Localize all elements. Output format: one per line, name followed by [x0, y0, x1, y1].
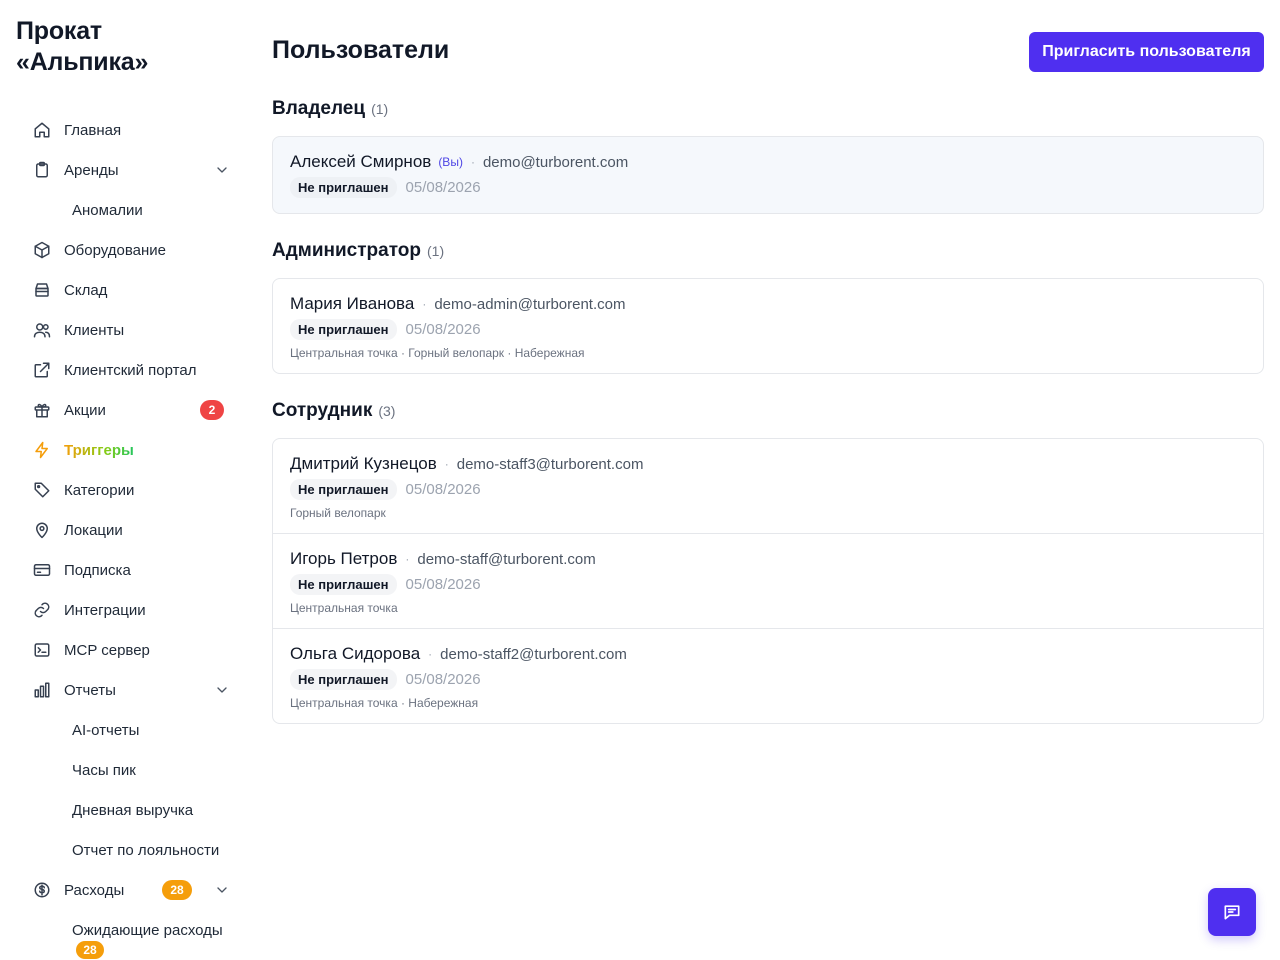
clipboard-icon: [32, 160, 52, 180]
section-header-owner: Владелец (1): [272, 98, 389, 119]
user-row[interactable]: Дмитрий Кузнецов · demo-staff3@turborent…: [273, 439, 1263, 534]
sidebar-item-locations[interactable]: Локации: [24, 510, 248, 550]
section-header-admin: Администратор (1): [272, 240, 445, 261]
user-date: 05/08/2026: [405, 481, 481, 498]
invite-user-button[interactable]: Пригласить пользователя: [1029, 32, 1264, 72]
sidebar-subitem-peak-hours[interactable]: Часы пик: [24, 750, 248, 790]
sidebar-item-portal[interactable]: Клиентский портал: [24, 350, 248, 390]
home-icon: [32, 120, 52, 140]
gift-icon: [32, 400, 52, 420]
credit-card-icon: [32, 560, 52, 580]
sidebar-subitem-anomalies[interactable]: Аномалии: [24, 190, 248, 230]
chat-button[interactable]: [1208, 888, 1256, 936]
sidebar-item-categories[interactable]: Категории: [24, 470, 248, 510]
link-icon: [32, 600, 52, 620]
section-count: (1): [371, 101, 389, 117]
user-locations: Центральная точка: [290, 601, 398, 615]
status-badge: Не приглашен: [290, 319, 397, 340]
user-name: Мария Иванова: [290, 294, 415, 313]
archive-icon: [32, 280, 52, 300]
user-date: 05/08/2026: [405, 576, 481, 593]
user-row[interactable]: Ольга Сидорова · demo-staff2@turborent.c…: [273, 629, 1263, 723]
section-count: (1): [427, 243, 445, 259]
external-link-icon: [32, 360, 52, 380]
user-row[interactable]: Мария Иванова · demo-admin@turborent.com…: [273, 279, 1263, 373]
sidebar-item-home[interactable]: Главная: [24, 110, 248, 150]
user-locations: Горный велопарк: [290, 506, 386, 520]
sidebar-item-integrations[interactable]: Интеграции: [24, 590, 248, 630]
sidebar-nav: Главная Аренды Аномалии Оборудование Скл…: [24, 110, 248, 950]
promos-count-badge: 2: [200, 400, 224, 420]
you-label: (Вы): [438, 155, 463, 169]
separator-dot: ·: [444, 457, 449, 471]
sidebar-item-clients[interactable]: Клиенты: [24, 310, 248, 350]
user-locations: Центральная точка · Горный велопарк · На…: [290, 346, 585, 360]
user-email: demo@turborent.com: [482, 153, 629, 171]
chevron-down-icon[interactable]: [214, 882, 230, 898]
user-name: Алексей Смирнов: [290, 152, 432, 171]
user-date: 05/08/2026: [405, 671, 481, 688]
user-row[interactable]: Алексей Смирнов (Вы) · demo@turborent.co…: [273, 137, 1263, 213]
sidebar-item-equipment[interactable]: Оборудование: [24, 230, 248, 270]
user-row[interactable]: Игорь Петров · demo-staff@turborent.com …: [273, 534, 1263, 629]
map-pin-icon: [32, 520, 52, 540]
status-badge: Не приглашен: [290, 177, 397, 198]
sidebar-item-expenses[interactable]: Расходы 28: [24, 870, 248, 910]
sidebar-item-promos[interactable]: Акции 2: [24, 390, 248, 430]
chevron-down-icon[interactable]: [214, 682, 230, 698]
separator-dot: ·: [422, 297, 427, 311]
pending-expenses-count-badge: 28: [76, 941, 104, 959]
status-badge: Не приглашен: [290, 574, 397, 595]
sidebar: Прокат «Альпика» Главная Аренды Аномалии…: [0, 0, 248, 960]
sidebar-subitem-ai-reports[interactable]: AI-отчеты: [24, 710, 248, 750]
separator-dot: ·: [470, 155, 475, 169]
user-name: Ольга Сидорова: [290, 644, 421, 663]
terminal-icon: [32, 640, 52, 660]
box-icon: [32, 240, 52, 260]
user-date: 05/08/2026: [405, 321, 481, 338]
sidebar-item-subscription[interactable]: Подписка: [24, 550, 248, 590]
user-email: demo-admin@turborent.com: [434, 295, 626, 313]
chevron-down-icon[interactable]: [214, 162, 230, 178]
brand-title[interactable]: Прокат «Альпика»: [16, 16, 148, 78]
sidebar-subitem-pending-expenses[interactable]: Ожидающие расходы: [24, 910, 248, 950]
section-header-staff: Сотрудник (3): [272, 400, 396, 421]
chat-icon: [1224, 905, 1240, 920]
sidebar-item-reports[interactable]: Отчеты: [24, 670, 248, 710]
zap-icon: [32, 440, 52, 460]
dollar-circle-icon: [32, 880, 52, 900]
section-count: (3): [378, 403, 396, 419]
page-title: Пользователи: [272, 36, 450, 64]
sidebar-subitem-loyalty-report[interactable]: Отчет по лояльности: [24, 830, 248, 870]
separator-dot: ·: [405, 552, 410, 566]
user-date: 05/08/2026: [405, 179, 481, 196]
user-email: demo-staff3@turborent.com: [456, 455, 644, 473]
user-email: demo-staff2@turborent.com: [440, 645, 627, 663]
sidebar-item-mcp[interactable]: MCP сервер: [24, 630, 248, 670]
user-name: Дмитрий Кузнецов: [290, 454, 437, 473]
staff-card: Дмитрий Кузнецов · demo-staff3@turborent…: [272, 438, 1264, 724]
bar-chart-icon: [32, 680, 52, 700]
user-locations: Центральная точка · Набережная: [290, 696, 479, 710]
sidebar-item-rentals[interactable]: Аренды: [24, 150, 248, 190]
sidebar-subitem-daily-revenue[interactable]: Дневная выручка: [24, 790, 248, 830]
status-badge: Не приглашен: [290, 479, 397, 500]
user-email: demo-staff@turborent.com: [417, 550, 596, 568]
tag-icon: [32, 480, 52, 500]
users-icon: [32, 320, 52, 340]
owner-card: Алексей Смирнов (Вы) · demo@turborent.co…: [272, 136, 1264, 214]
user-name: Игорь Петров: [290, 549, 398, 568]
sidebar-item-triggers[interactable]: Триггеры: [24, 430, 248, 470]
separator-dot: ·: [428, 647, 433, 661]
expenses-count-badge: 28: [162, 880, 192, 900]
sidebar-item-warehouse[interactable]: Склад: [24, 270, 248, 310]
admin-card: Мария Иванова · demo-admin@turborent.com…: [272, 278, 1264, 374]
status-badge: Не приглашен: [290, 669, 397, 690]
